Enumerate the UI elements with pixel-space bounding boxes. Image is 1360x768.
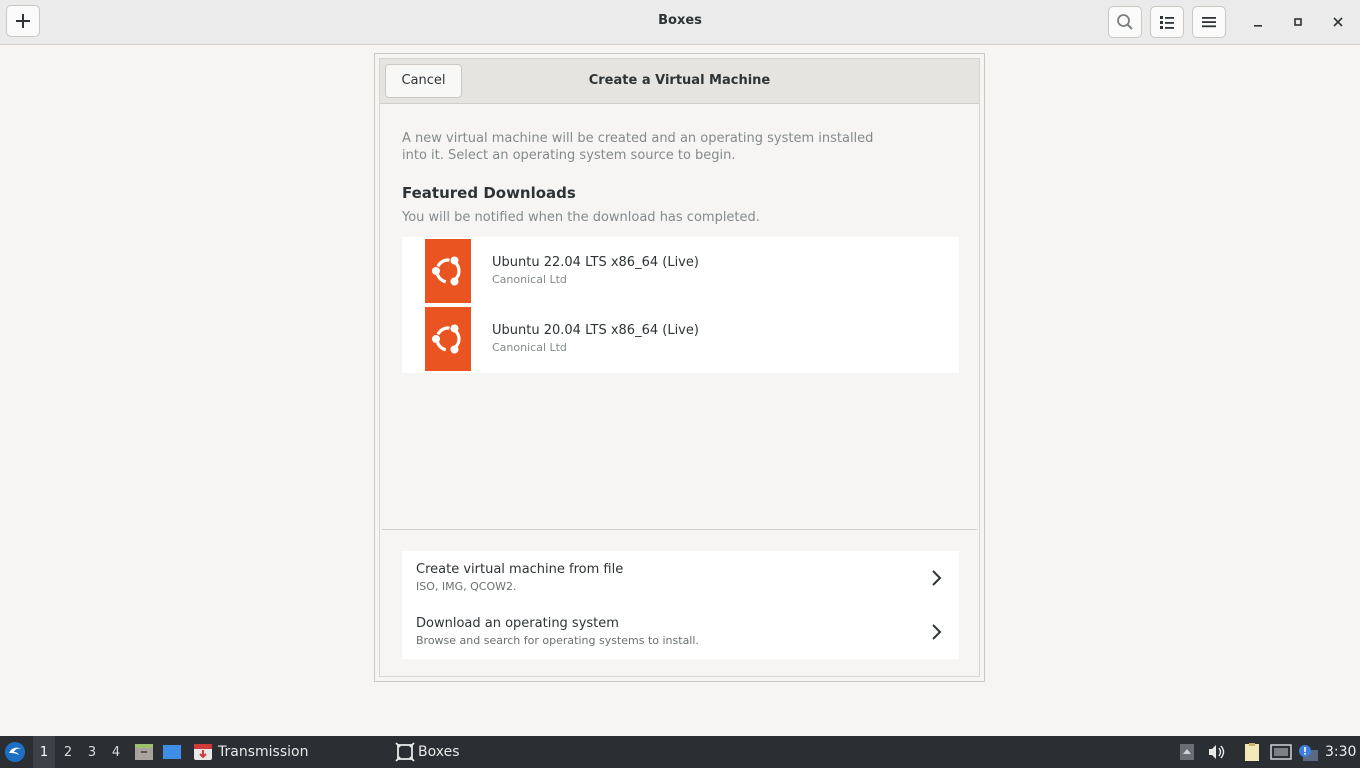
download-item-name: Ubuntu 20.04 LTS x86_64 (Live) [492, 323, 699, 338]
chevron-right-icon [932, 624, 942, 640]
start-menu-button[interactable] [4, 736, 28, 768]
task-label: Transmission [218, 744, 309, 760]
create-from-file-row[interactable]: Create virtual machine from file ISO, IM… [402, 551, 959, 605]
view-toggle-button[interactable] [1150, 6, 1184, 38]
close-icon [1333, 17, 1343, 27]
ubuntu-logo-icon [425, 307, 471, 371]
header-bar: Boxes [0, 0, 1360, 45]
maximize-button[interactable] [1284, 8, 1312, 36]
workspace-3[interactable]: 3 [81, 736, 103, 768]
tray-arrow-icon[interactable] [1180, 744, 1194, 760]
download-item-ubuntu-2204[interactable]: Ubuntu 22.04 LTS x86_64 (Live) Canonical… [402, 237, 959, 305]
workspace-1[interactable]: 1 [33, 736, 55, 768]
download-os-row[interactable]: Download an operating system Browse and … [402, 605, 959, 659]
dialog-title: Create a Virtual Machine [588, 73, 771, 88]
section-divider [382, 529, 977, 530]
file-manager-launcher[interactable] [134, 736, 154, 768]
dialog-content: Create a Virtual Machine Cancel A new vi… [379, 58, 980, 677]
download-item-name: Ubuntu 22.04 LTS x86_64 (Live) [492, 255, 699, 270]
list-view-icon [1160, 16, 1174, 29]
task-label: Boxes [418, 744, 460, 760]
download-item-ubuntu-2004[interactable]: Ubuntu 20.04 LTS x86_64 (Live) Canonical… [402, 305, 959, 373]
file-manager-icon [135, 744, 153, 760]
action-subtitle: ISO, IMG, QCOW2. [416, 580, 517, 593]
search-icon [1117, 14, 1133, 30]
close-button[interactable] [1324, 8, 1352, 36]
show-desktop-button[interactable] [162, 736, 184, 768]
featured-downloads-title: Featured Downloads [402, 184, 576, 202]
clock[interactable]: 3:30 [1325, 736, 1357, 768]
minimize-button[interactable] [1244, 8, 1272, 36]
chevron-right-icon [932, 570, 942, 586]
clipboard-icon[interactable] [1243, 743, 1263, 762]
cancel-button[interactable]: Cancel [385, 64, 462, 98]
maximize-icon [1294, 18, 1302, 26]
task-boxes[interactable]: Boxes [395, 736, 585, 768]
desktop-icon [163, 745, 181, 759]
ubuntu-logo-icon [425, 239, 471, 303]
action-title: Download an operating system [416, 616, 619, 631]
download-item-vendor: Canonical Ltd [492, 341, 567, 354]
workspace-4[interactable]: 4 [105, 736, 127, 768]
action-title: Create virtual machine from file [416, 562, 624, 577]
featured-downloads-list: Ubuntu 22.04 LTS x86_64 (Live) Canonical… [402, 237, 959, 373]
main-menu-button[interactable] [1192, 6, 1226, 38]
network-icon[interactable] [1270, 744, 1292, 760]
boxes-icon [395, 742, 415, 762]
notification-icon[interactable] [1297, 744, 1319, 762]
transmission-icon [194, 744, 212, 760]
workspace-2[interactable]: 2 [57, 736, 79, 768]
intro-text: A new virtual machine will be created an… [402, 131, 874, 163]
lxqt-logo-icon [5, 742, 25, 762]
dialog-header: Create a Virtual Machine Cancel [380, 59, 979, 104]
source-actions-list: Create virtual machine from file ISO, IM… [402, 551, 959, 659]
search-button[interactable] [1108, 6, 1142, 38]
hamburger-menu-icon [1202, 17, 1216, 28]
create-vm-dialog: Create a Virtual Machine Cancel A new vi… [374, 53, 985, 682]
minimize-icon [1254, 25, 1262, 27]
volume-icon[interactable] [1207, 744, 1225, 760]
download-item-vendor: Canonical Ltd [492, 273, 567, 286]
taskbar: 1 2 3 4 Transmission Boxes 3:30 [0, 736, 1360, 768]
task-transmission[interactable]: Transmission [193, 736, 383, 768]
action-subtitle: Browse and search for operating systems … [416, 634, 699, 647]
featured-downloads-subtitle: You will be notified when the download h… [402, 210, 760, 225]
